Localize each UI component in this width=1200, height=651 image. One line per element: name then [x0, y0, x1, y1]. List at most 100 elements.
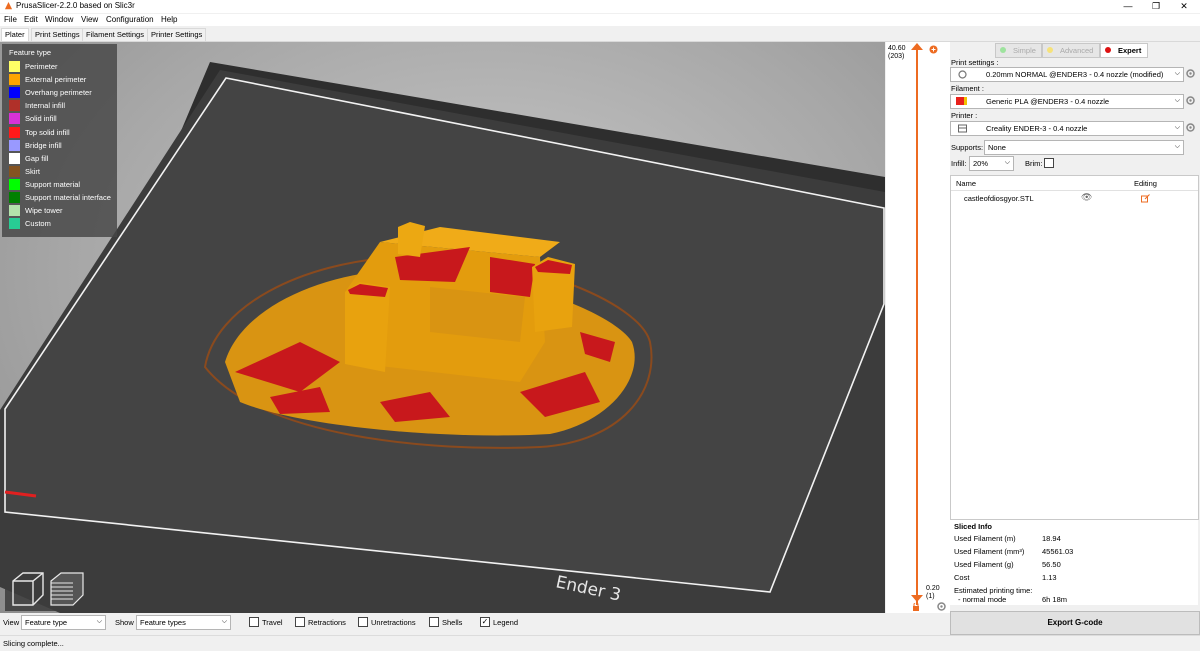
- mode-advanced-button[interactable]: Advanced: [1042, 43, 1100, 58]
- cost-label: Cost: [954, 573, 970, 582]
- print-settings-value: 0.20mm NORMAL @ENDER3 - 0.4 nozzle (modi…: [986, 70, 1164, 79]
- tab-filament-settings[interactable]: Filament Settings: [82, 28, 148, 41]
- legend-color-swatch: [9, 218, 20, 230]
- printer-gear-icon[interactable]: [1186, 123, 1195, 132]
- legend-color-swatch: [9, 87, 20, 99]
- layers-view-icon[interactable]: [50, 572, 84, 606]
- object-row[interactable]: castleofdiosgyor.STL 👁: [951, 191, 1198, 205]
- shells-label: Shells: [442, 618, 463, 627]
- legend-item-label: Custom: [25, 219, 51, 229]
- menu-help[interactable]: Help: [161, 15, 177, 24]
- menu-edit[interactable]: Edit: [24, 15, 38, 24]
- legend-item-label: Perimeter: [25, 62, 58, 71]
- brim-checkbox[interactable]: [1044, 158, 1054, 168]
- view-toolbar: [5, 567, 90, 611]
- view-type-combo[interactable]: Feature type ⌵: [21, 615, 106, 630]
- legend-item-label: Support material: [25, 179, 81, 189]
- cog-icon[interactable]: [937, 602, 946, 611]
- legend-label: Legend: [493, 618, 519, 627]
- chevron-down-icon: ⌵: [1174, 70, 1180, 77]
- tab-plater[interactable]: Plater: [1, 28, 29, 41]
- filament-combo[interactable]: Generic PLA @ENDER3 - 0.4 nozzle ⌵: [950, 94, 1184, 109]
- 3d-viewport[interactable]: Ender 3: [0, 42, 885, 613]
- infill-label: Infill:: [951, 159, 967, 168]
- chevron-down-icon: ⌵: [1174, 97, 1180, 104]
- used-filament-m-value: 18.94: [1042, 534, 1061, 543]
- legend-color-swatch: [9, 152, 20, 164]
- menu-view[interactable]: View: [81, 15, 98, 24]
- expert-mode-dot-icon: [1105, 47, 1111, 53]
- legend-item-label: Solid infill: [25, 114, 57, 124]
- top-height-value: 40.60: [888, 45, 906, 52]
- print-time-label: Estimated printing time:: [954, 586, 1033, 595]
- maximize-button[interactable]: ❐: [1142, 0, 1170, 13]
- print-settings-label: Print settings :: [951, 58, 999, 67]
- travel-label: Travel: [262, 618, 283, 627]
- slider-track: [916, 50, 918, 605]
- filament-color-swatch: [956, 97, 964, 105]
- legend-color-swatch: [9, 192, 20, 203]
- legend-color-swatch: [9, 165, 20, 177]
- show-features-combo[interactable]: Feature types ⌵: [136, 615, 231, 630]
- retractions-checkbox-box[interactable]: [295, 617, 305, 627]
- used-filament-g-label: Used Filament (g): [954, 560, 1014, 569]
- menu-configuration[interactable]: Configuration: [106, 15, 154, 24]
- brim-label: Brim:: [1025, 159, 1043, 168]
- tab-printer-settings[interactable]: Printer Settings: [147, 28, 207, 41]
- used-filament-mm3-label: Used Filament (mm³): [954, 547, 1025, 556]
- legend-item-label: Support material interface: [25, 193, 111, 202]
- print-profile-icon: [958, 70, 967, 79]
- legend-color-swatch: [9, 205, 20, 217]
- prusa-app-icon: [4, 2, 13, 10]
- right-sidebar: Simple Advanced Expert Print settings : …: [950, 42, 1200, 613]
- print-settings-combo[interactable]: 0.20mm NORMAL @ENDER3 - 0.4 nozzle (modi…: [950, 67, 1184, 82]
- bottom-height-value: 0.20: [926, 585, 940, 592]
- filament-value: Generic PLA @ENDER3 - 0.4 nozzle: [986, 97, 1110, 106]
- settings-tabs: Plater Print Settings Filament Settings …: [0, 27, 1200, 42]
- top-add-color-icon[interactable]: [929, 45, 938, 54]
- legend-color-swatch: [9, 178, 20, 190]
- chevron-down-icon: ⌵: [1174, 124, 1180, 131]
- legend-item-label: Top solid infill: [25, 127, 70, 137]
- legend-color-swatch: [9, 139, 20, 151]
- supports-label: Supports:: [951, 143, 984, 152]
- legend-checkbox-box[interactable]: ✓: [480, 617, 490, 627]
- cube-view-icon[interactable]: [12, 572, 44, 606]
- printer-combo[interactable]: Creality ENDER-3 - 0.4 nozzle ⌵: [950, 121, 1184, 136]
- used-filament-mm3-value: 45561.03: [1042, 547, 1074, 556]
- menu-bar: File Edit Window View Configuration Help: [0, 14, 1200, 26]
- minimize-button[interactable]: —: [1114, 0, 1142, 13]
- edit-settings-icon[interactable]: [1141, 194, 1150, 203]
- preview-bottom-bar: View Feature type ⌵ Show Feature types ⌵…: [0, 613, 950, 634]
- legend-color-swatch: [9, 113, 20, 125]
- close-button[interactable]: ✕: [1170, 0, 1198, 13]
- tab-print-settings[interactable]: Print Settings: [31, 28, 84, 41]
- shells-checkbox-box[interactable]: [429, 617, 439, 627]
- menu-window[interactable]: Window: [45, 15, 73, 24]
- filament-label: Filament :: [951, 84, 984, 93]
- mode-simple-label: Simple: [1013, 46, 1036, 55]
- menu-file[interactable]: File: [4, 15, 17, 24]
- mode-expert-button[interactable]: Expert: [1100, 43, 1148, 58]
- eye-icon[interactable]: 👁: [1081, 192, 1092, 203]
- filament-color-swatch-2: [964, 97, 967, 105]
- unretractions-label: Unretractions: [371, 618, 416, 627]
- print-time-mode: - normal mode: [958, 595, 1007, 604]
- legend-item-label: Gap fill: [25, 153, 49, 163]
- advanced-mode-dot-icon: [1047, 47, 1053, 53]
- mode-advanced-label: Advanced: [1060, 46, 1094, 55]
- supports-combo[interactable]: None ⌵: [984, 140, 1184, 155]
- chevron-down-icon: ⌵: [221, 618, 227, 625]
- top-thumb-icon[interactable]: [911, 43, 923, 53]
- lock-icon[interactable]: [912, 603, 920, 611]
- print-settings-gear-icon[interactable]: [1186, 69, 1195, 78]
- legend-color-swatch: [9, 74, 20, 86]
- export-gcode-button[interactable]: Export G-code: [950, 611, 1200, 635]
- infill-combo[interactable]: 20% ⌵: [969, 156, 1014, 171]
- filament-gear-icon[interactable]: [1186, 96, 1195, 105]
- mode-simple-button[interactable]: Simple: [995, 43, 1042, 58]
- used-filament-m-label: Used Filament (m): [954, 534, 1016, 543]
- unretractions-checkbox-box[interactable]: [358, 617, 368, 627]
- travel-checkbox-box[interactable]: [249, 617, 259, 627]
- layer-slider[interactable]: 40.60 (203) 0.20 (1): [886, 42, 950, 613]
